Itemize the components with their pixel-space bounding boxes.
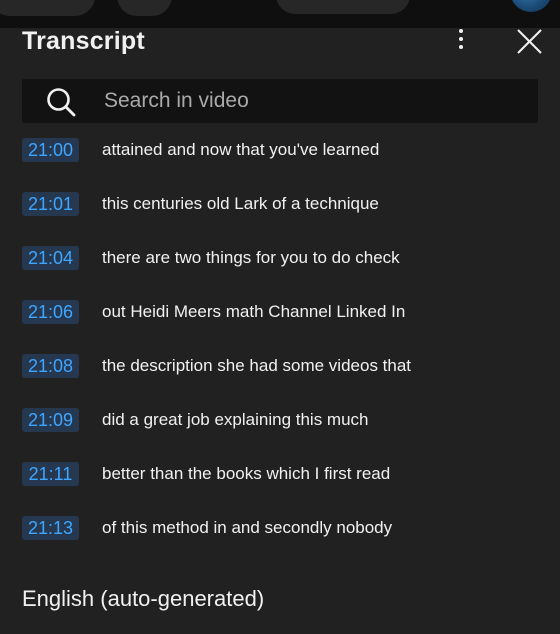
timestamp[interactable]: 21:00 xyxy=(22,138,79,162)
close-icon[interactable] xyxy=(516,28,544,56)
segment-text: there are two things for you to do check xyxy=(102,248,400,267)
search-box[interactable] xyxy=(22,79,538,123)
timestamp[interactable]: 21:13 xyxy=(22,516,79,540)
segment-text: the description she had some videos that xyxy=(102,356,412,375)
more-vert-icon[interactable] xyxy=(453,28,469,54)
timestamp[interactable]: 21:01 xyxy=(22,192,79,216)
transcript-panel: Transcript 21:00 attained and now that y… xyxy=(0,27,560,634)
timestamp[interactable]: 21:04 xyxy=(22,246,79,270)
panel-title: Transcript xyxy=(22,27,145,55)
avatar[interactable] xyxy=(510,0,552,12)
timestamp[interactable]: 21:06 xyxy=(22,300,79,324)
top-chip-2[interactable] xyxy=(117,0,172,16)
timestamp[interactable]: 21:09 xyxy=(22,408,79,432)
top-chip-1[interactable] xyxy=(0,0,95,16)
top-bar xyxy=(0,0,560,28)
transcript-segment[interactable]: 21:01 this centuries old Lark of a techn… xyxy=(0,189,560,243)
segment-text: attained and now that you've learned xyxy=(102,140,380,159)
timestamp[interactable]: 21:08 xyxy=(22,354,79,378)
search-icon[interactable] xyxy=(46,87,76,117)
panel-header: Transcript xyxy=(22,27,544,56)
transcript-segment[interactable]: 21:04 there are two things for you to do… xyxy=(0,243,560,297)
transcript-segment[interactable]: 21:09 did a great job explaining this mu… xyxy=(0,405,560,459)
segment-text: out Heidi Meers math Channel Linked In xyxy=(102,302,406,321)
top-chip-3[interactable] xyxy=(276,0,410,14)
transcript-list: 21:00 attained and now that you've learn… xyxy=(0,135,560,557)
language-selector[interactable]: English (auto-generated) xyxy=(22,586,264,612)
segment-text: did a great job explaining this much xyxy=(102,410,369,429)
transcript-segment[interactable]: 21:11 better than the books which I firs… xyxy=(0,459,560,513)
transcript-segment[interactable]: 21:00 attained and now that you've learn… xyxy=(0,135,560,189)
transcript-segment[interactable]: 21:08 the description she had some video… xyxy=(0,351,560,405)
transcript-segment[interactable]: 21:06 out Heidi Meers math Channel Linke… xyxy=(0,297,560,351)
search-input[interactable] xyxy=(104,79,524,123)
transcript-segment[interactable]: 21:13 of this method in and secondly nob… xyxy=(0,513,560,557)
segment-text: better than the books which I first read xyxy=(102,464,391,483)
segment-text: of this method in and secondly nobody xyxy=(102,518,393,537)
segment-text: this centuries old Lark of a technique xyxy=(102,194,379,213)
timestamp[interactable]: 21:11 xyxy=(22,462,79,486)
